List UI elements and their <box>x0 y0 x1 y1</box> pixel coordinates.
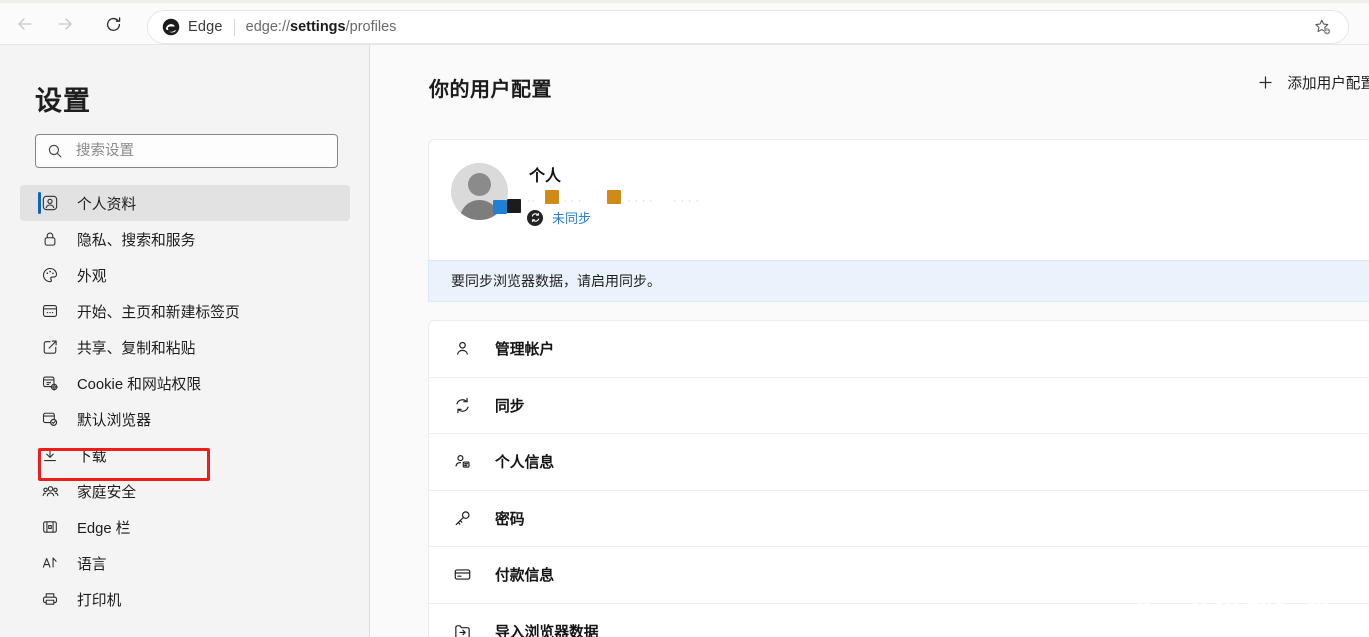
language-icon <box>40 553 60 573</box>
sidebar-item-label: 个人资料 <box>77 196 137 213</box>
page-title-settings: 设置 <box>35 86 91 116</box>
sidebar-item-label: 共享、复制和粘贴 <box>77 340 196 357</box>
edge-logo-icon <box>162 18 180 36</box>
person-card-icon <box>451 451 473 473</box>
add-profile-button[interactable]: 添加用户配置 <box>1257 72 1369 93</box>
omnibox-divider <box>233 18 235 36</box>
sidebar-item-label: 开始、主页和新建标签页 <box>77 304 240 321</box>
edge-settings-window: Edge edge://settings/profiles 设置 搜索设置 个人… <box>0 0 1369 637</box>
star-plus-icon <box>1314 19 1330 34</box>
refresh-button[interactable] <box>96 7 130 41</box>
refresh-icon <box>106 16 120 31</box>
sidebar-item-share-copy-paste[interactable]: 共享、复制和粘贴 <box>20 329 350 365</box>
sync-status-icon <box>527 209 543 226</box>
list-item-label: 同步 <box>495 398 525 415</box>
lock-icon <box>40 229 60 249</box>
sidebar-item-label: 家庭安全 <box>77 484 137 501</box>
search-icon <box>48 144 62 158</box>
person-icon <box>451 338 473 360</box>
sidebar-item-privacy[interactable]: 隐私、搜索和服务 <box>20 221 350 257</box>
list-item-passwords[interactable]: 密码 <box>429 491 1369 547</box>
add-favorite-button[interactable] <box>1308 13 1336 41</box>
search-settings-box[interactable] <box>35 134 338 168</box>
sidebar-item-cookies-permissions[interactable]: Cookie 和网站权限 <box>20 365 350 401</box>
sidebar-item-label: 下载 <box>77 448 107 465</box>
sidebar-item-label: 语言 <box>77 556 107 573</box>
list-item-label: 付款信息 <box>495 568 555 585</box>
sync-banner-text: 要同步浏览器数据，请启用同步。 <box>451 273 661 289</box>
key-icon <box>451 507 473 529</box>
profile-settings-list: 管理帐户 同步 个人信息 密码 付款信息 导入浏览器数据 <box>429 321 1369 637</box>
list-item-label: 个人信息 <box>495 455 555 472</box>
address-bar[interactable]: Edge edge://settings/profiles <box>148 11 1348 43</box>
family-icon <box>40 481 60 501</box>
list-item-label: 密码 <box>495 511 525 528</box>
list-item-sync[interactable]: 同步 <box>429 378 1369 434</box>
share-icon <box>40 337 60 357</box>
search-input[interactable] <box>74 142 313 160</box>
avatar-head <box>468 173 491 196</box>
sidebar-item-appearance[interactable]: 外观 <box>20 257 350 293</box>
palette-icon <box>40 265 60 285</box>
profile-email-redacted: ·· · · · · · · · · · · · <box>527 190 747 207</box>
list-item-import-browser-data[interactable]: 导入浏览器数据 <box>429 604 1369 637</box>
omnibox-actions <box>1308 13 1336 41</box>
sidebar-item-label: Edge 栏 <box>77 520 131 537</box>
settings-sidebar: 设置 个人资料 <box>0 45 370 637</box>
profile-name: 个人 <box>529 168 562 185</box>
omnibox-url[interactable]: edge://settings/profiles <box>246 19 397 35</box>
omnibox-app-label: Edge <box>188 19 223 35</box>
url-path: /profiles <box>345 19 397 35</box>
forward-arrow-icon <box>58 18 72 30</box>
profile-card: 个人 ·· · · · · · · · · · · · 未同步 <box>429 140 1369 262</box>
sidebar-item-languages[interactable]: 语言 <box>20 545 350 581</box>
newtab-icon <box>40 301 60 321</box>
profile-icon <box>40 193 60 213</box>
default-browser-icon <box>40 409 60 429</box>
list-item-personal-info[interactable]: 个人信息 <box>429 434 1369 491</box>
url-host: settings <box>290 19 346 35</box>
sidebar-item-profiles[interactable]: 个人资料 <box>20 185 350 221</box>
import-folder-icon <box>451 621 473 637</box>
printer-icon <box>40 589 60 609</box>
sync-status-row: 未同步 <box>493 199 592 227</box>
sidebar-item-downloads[interactable]: 下载 <box>20 437 350 473</box>
sidebar-item-label: 打印机 <box>77 592 122 609</box>
edge-bar-icon <box>40 517 60 537</box>
list-item-label: 管理帐户 <box>495 342 555 359</box>
list-item-label: 导入浏览器数据 <box>495 625 599 637</box>
list-item-payment-info[interactable]: 付款信息 <box>429 547 1369 604</box>
back-button[interactable] <box>8 7 42 41</box>
content-header: 你的用户配置 添加用户配置 <box>370 45 1369 120</box>
add-profile-label: 添加用户配置 <box>1287 76 1369 92</box>
settings-nav-list: 个人资料 隐私、搜索和服务 外观 开始、主页和新建标签页 共享、复制和粘贴 Co… <box>20 185 350 617</box>
sidebar-item-label: 外观 <box>77 268 107 285</box>
sidebar-item-edge-bar[interactable]: Edge 栏 <box>20 509 350 545</box>
sync-status-label: 未同步 <box>552 211 592 226</box>
browser-toolbar: Edge edge://settings/profiles <box>0 3 1369 45</box>
plus-icon <box>1257 74 1274 91</box>
credit-card-icon <box>451 564 473 586</box>
sidebar-item-family-safety[interactable]: 家庭安全 <box>20 473 350 509</box>
forward-button[interactable] <box>48 7 82 41</box>
sidebar-item-default-browser[interactable]: 默认浏览器 <box>20 401 350 437</box>
sidebar-item-label: Cookie 和网站权限 <box>77 376 202 393</box>
settings-content: 你的用户配置 添加用户配置 个人 ·· · · · · · · · · · · … <box>370 45 1369 637</box>
download-icon <box>40 445 60 465</box>
sidebar-item-printers[interactable]: 打印机 <box>20 581 350 617</box>
back-arrow-icon <box>18 18 32 30</box>
sidebar-item-label: 隐私、搜索和服务 <box>77 232 196 249</box>
cookie-gear-icon <box>40 373 60 393</box>
list-item-manage-account[interactable]: 管理帐户 <box>429 321 1369 378</box>
sync-icon <box>451 394 473 416</box>
url-scheme: edge:// <box>245 19 291 35</box>
sync-info-banner: 要同步浏览器数据，请启用同步。 <box>429 261 1369 301</box>
sidebar-item-start-home-newtab[interactable]: 开始、主页和新建标签页 <box>20 293 350 329</box>
sidebar-item-label: 默认浏览器 <box>77 412 151 429</box>
page-title-your-profile: 你的用户配置 <box>429 79 552 101</box>
